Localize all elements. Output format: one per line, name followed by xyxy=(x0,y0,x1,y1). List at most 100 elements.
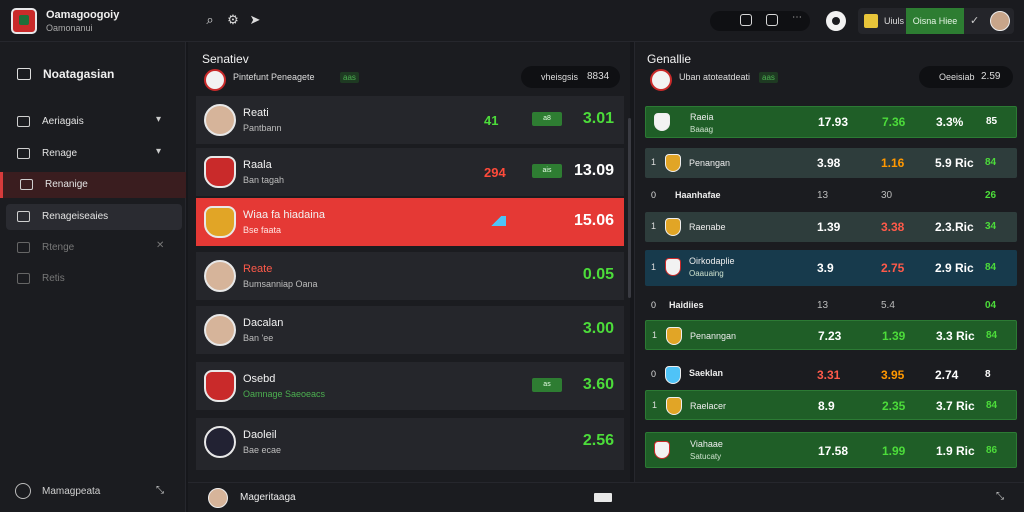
filter-value: 2.59 xyxy=(981,71,1001,82)
team-sub: Satucaty xyxy=(690,452,722,461)
calendar-icon[interactable] xyxy=(740,14,752,26)
list-item[interactable]: Reate Bumsanniap Oana 0.05 xyxy=(196,252,624,302)
sidebar-item-5[interactable]: Rtenge ✕ xyxy=(0,235,186,261)
send-icon[interactable]: ➤ xyxy=(246,11,264,29)
power-icon[interactable] xyxy=(15,483,31,499)
league-icon xyxy=(864,14,878,28)
table-row[interactable]: 1 Raelacer 8.9 2.35 3.7 Ric 84 xyxy=(645,390,1017,420)
app-title: Oamagoogoiy xyxy=(46,9,120,21)
team-name: Raelacer xyxy=(690,401,727,411)
collapse-icon[interactable]: ⤡ xyxy=(156,485,164,496)
filter-dropdown[interactable]: vheisgsis 8834 xyxy=(521,66,620,88)
stat-col-4: 84 xyxy=(985,157,997,168)
team-name: Penanngan xyxy=(690,331,737,341)
player-value: 3.60 xyxy=(582,376,614,393)
sidebar-item-label: Retis xyxy=(42,273,65,284)
sidebar-item-label: Renanige xyxy=(45,179,88,190)
sidebar-item-6[interactable]: Retis xyxy=(0,266,186,292)
list-item-selected[interactable]: Wiaa fa hiadaina Bse faata 15.06 xyxy=(196,198,624,248)
sidebar-item-1[interactable]: Aeriagais ▾ xyxy=(0,109,186,135)
gear-icon[interactable] xyxy=(826,11,846,31)
bottom-label[interactable]: Mageritaaga xyxy=(240,492,296,503)
logo-icon xyxy=(11,8,37,34)
stat-col-1: 13 xyxy=(817,300,829,311)
app-window: Oamagoogoiy Oamonanui ⌕ ⚙ ➤ ⋯ Uiuls Oisn… xyxy=(0,0,1024,512)
stat-col-3: 2.74 xyxy=(935,368,959,382)
stat-col-1: 17.58 xyxy=(818,444,849,458)
club-crest-icon xyxy=(204,206,236,238)
stat-col-3: 2.3.Ric xyxy=(935,220,974,234)
stat-col-4: 85 xyxy=(986,116,998,127)
filter-dropdown[interactable]: Oeeisiab 2.59 xyxy=(919,66,1013,88)
status-badge xyxy=(594,493,612,502)
avatar[interactable] xyxy=(208,488,228,508)
team-name: Raenabe xyxy=(689,222,726,232)
trend-icon xyxy=(486,216,506,226)
status-button[interactable]: Oisna Hiee xyxy=(906,8,964,34)
rank: 1 xyxy=(651,221,657,231)
table-row[interactable]: 1 Penanngan 7.23 1.39 3.3 Ric 84 xyxy=(645,320,1017,350)
list-item[interactable]: Reati Pantbann 41 a8 3.01 xyxy=(196,96,624,146)
stat-col-1: 7.23 xyxy=(818,329,842,343)
sidebar-item-label: Rtenge xyxy=(42,242,75,253)
check-icon[interactable]: ✓ xyxy=(970,14,979,27)
more-icon[interactable]: ⋯ xyxy=(792,12,802,23)
filter-value: 8834 xyxy=(587,71,610,82)
player-role: Pantbann xyxy=(243,123,282,133)
stat-col-2: 3.38 xyxy=(881,220,905,234)
scrollbar[interactable] xyxy=(628,118,631,298)
panel-title: Genallie xyxy=(647,52,692,66)
panel-title: Senatiev xyxy=(202,52,249,66)
player-role: Bae ecae xyxy=(243,445,282,455)
player-name: Reati xyxy=(243,107,269,119)
chevron-down-icon[interactable]: ▾ xyxy=(156,114,161,125)
chart-icon xyxy=(17,148,30,159)
list-item[interactable]: Dacalan Ban 'ee 3.00 xyxy=(196,306,624,356)
table-row[interactable]: 1 Oirkodaplie Oaauaing 3.9 2.75 2.9 Ric … xyxy=(645,250,1017,286)
stat-col-1: 8.9 xyxy=(818,399,835,413)
player-value: 3.00 xyxy=(582,320,614,337)
club-badge-icon xyxy=(650,69,672,91)
stat-col-2: 1.99 xyxy=(882,444,906,458)
table-row[interactable]: Viahaae Satucaty 17.58 1.99 1.9 Ric 86 xyxy=(645,432,1017,468)
chevron-down-icon[interactable]: ▾ xyxy=(156,146,161,157)
list-item[interactable]: Osebd Oamnage Saeoeacs as 3.60 xyxy=(196,362,624,412)
group-name: Haanhafae xyxy=(675,190,721,200)
sidebar-item-2[interactable]: Renage ▾ xyxy=(0,141,186,167)
settings-icon[interactable]: ⚙ xyxy=(224,11,242,29)
status-badge: a8 xyxy=(532,112,562,126)
rank: 0 xyxy=(651,369,657,379)
table-row[interactable]: Raeia Baaag 17.93 7.36 3.3% 85 xyxy=(645,106,1017,138)
avatar[interactable] xyxy=(990,11,1010,31)
panel-subtitle: Uban atoteatdeati xyxy=(679,72,751,82)
sidebar-footer[interactable]: Mamagpeata xyxy=(42,486,100,497)
list-item[interactable]: Raala Ban tagah 294 ais 13.09 xyxy=(196,148,624,198)
user-chip[interactable]: Uiuls Oisna Hiee ✓ xyxy=(858,8,1014,34)
sidebar-item-4[interactable]: Renageiseaies xyxy=(6,204,182,230)
club-badge-icon xyxy=(204,69,226,91)
rank: 0 xyxy=(651,190,657,200)
player-value: 2.56 xyxy=(582,432,614,449)
bag-icon xyxy=(17,68,31,80)
player-value: 15.06 xyxy=(573,212,614,229)
list-item[interactable]: Daoleil Bae ecae 2.56 xyxy=(196,418,624,472)
player-name: Raala xyxy=(243,159,272,171)
expand-icon[interactable]: ⤡ xyxy=(996,491,1004,502)
stat-col-3: 3.3% xyxy=(936,115,964,129)
calendar-icon[interactable] xyxy=(766,14,778,26)
table-row[interactable]: 0 Saeklan 3.31 3.95 2.74 8 xyxy=(645,360,1017,388)
table-row[interactable]: 1 Penangan 3.98 1.16 5.9 Ric 84 xyxy=(645,148,1017,178)
team-name: Saeklan xyxy=(689,368,724,378)
team-name: Viahaae xyxy=(690,439,723,449)
panel-subtitle: Pintefunt Peneagete xyxy=(233,72,315,82)
stat-col-2: 7.36 xyxy=(882,115,906,129)
sidebar-item-3[interactable]: Renanige xyxy=(0,172,186,198)
stat-col-1: 13 xyxy=(817,190,829,201)
status-badge: aas xyxy=(340,72,359,83)
stat-col-4: 84 xyxy=(986,400,998,411)
player-role: Oamnage Saeoeacs xyxy=(243,389,326,399)
search-icon[interactable]: ⌕ xyxy=(201,11,219,29)
close-icon[interactable]: ✕ xyxy=(156,240,164,251)
avatar xyxy=(204,260,236,292)
table-row[interactable]: 1 Raenabe 1.39 3.38 2.3.Ric 34 xyxy=(645,212,1017,242)
